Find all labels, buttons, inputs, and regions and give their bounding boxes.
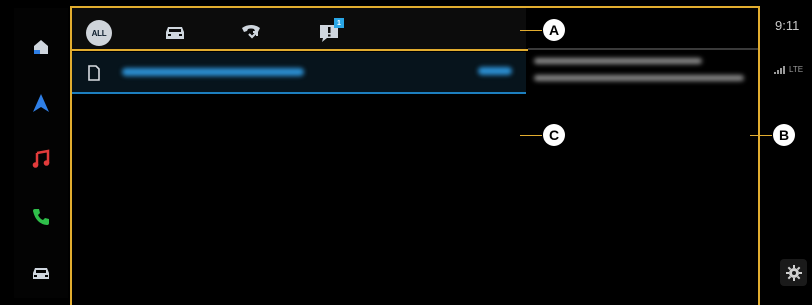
callout-c-leader <box>520 135 542 136</box>
missed-call-icon <box>242 25 260 39</box>
settings-button[interactable] <box>780 259 807 286</box>
home-icon[interactable] <box>28 34 54 60</box>
tab-bar-divider <box>70 49 528 51</box>
redacted-detail-line-1 <box>534 58 702 64</box>
phone-icon[interactable] <box>28 204 54 230</box>
callout-b-leader <box>750 135 772 136</box>
all-tab-label: ALL <box>86 20 112 46</box>
callout-b: B <box>773 124 795 146</box>
tab-calls[interactable] <box>234 16 268 50</box>
network-type: LTE <box>789 65 804 74</box>
detail-header-divider <box>528 48 758 50</box>
document-icon <box>88 65 100 81</box>
car-icon <box>166 27 184 39</box>
navigation-icon[interactable] <box>28 90 54 116</box>
redacted-time <box>478 67 512 75</box>
signal-icon <box>774 66 785 74</box>
car-icon[interactable] <box>28 260 54 286</box>
unread-badge: 1 <box>334 18 344 28</box>
sidebar <box>14 8 68 298</box>
tab-info-messages[interactable]: 1 <box>312 16 346 50</box>
callout-c: C <box>543 124 565 146</box>
network-status: LTE <box>774 65 803 74</box>
callout-a: A <box>543 19 565 41</box>
clock: 9:11 <box>775 18 800 33</box>
redacted-detail-line-2 <box>534 75 744 81</box>
music-icon[interactable] <box>28 146 54 172</box>
redacted-sender <box>122 68 304 76</box>
callout-a-leader <box>520 30 542 31</box>
infotainment-screen: ALL 1 A C B 9:11 LTE <box>0 0 812 305</box>
filter-tab-bar: ALL 1 <box>72 8 526 50</box>
gear-icon <box>785 264 802 281</box>
tab-all[interactable]: ALL <box>82 16 116 50</box>
message-detail-panel <box>526 6 760 305</box>
list-item[interactable] <box>72 52 526 94</box>
tab-vehicle[interactable] <box>158 16 192 50</box>
